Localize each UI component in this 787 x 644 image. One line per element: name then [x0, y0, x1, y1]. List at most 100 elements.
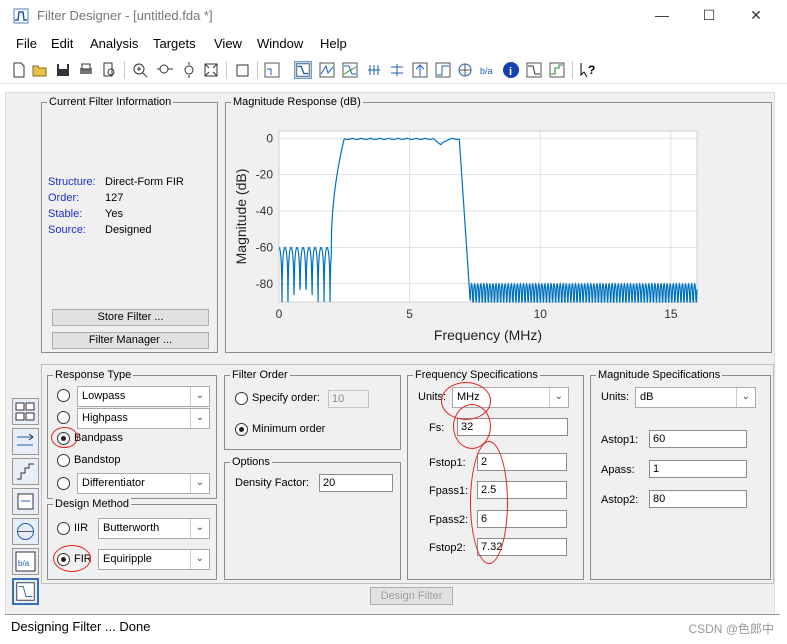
close-button[interactable]: ✕ [741, 4, 771, 26]
mag-units-value: dB [640, 391, 654, 403]
differentiator-radio[interactable] [57, 477, 70, 490]
mag-units-dropdown[interactable]: dB ⌄ [635, 387, 756, 408]
astop1-field[interactable]: 60 [649, 430, 747, 448]
pole-zero-icon[interactable] [456, 61, 474, 79]
specify-order-radio[interactable] [235, 392, 248, 405]
differentiator-dropdown[interactable]: Differentiator ⌄ [77, 473, 210, 494]
menu-bar: File Edit Analysis Targets View Window H… [0, 32, 787, 56]
highpass-radio[interactable] [57, 411, 70, 424]
apass-field[interactable]: 1 [649, 460, 747, 478]
filter-spec-icon[interactable] [263, 61, 281, 79]
lowpass-dropdown[interactable]: Lowpass ⌄ [77, 386, 210, 407]
iir-radio[interactable] [57, 522, 70, 535]
print-icon[interactable] [77, 61, 95, 79]
svg-text:?: ? [588, 63, 595, 77]
zoom-x-icon[interactable] [156, 61, 174, 79]
menu-analysis[interactable]: Analysis [90, 36, 138, 51]
differentiator-label: Differentiator [82, 477, 145, 489]
options-title: Options [230, 456, 272, 468]
menu-help[interactable]: Help [320, 36, 347, 51]
save-icon[interactable] [54, 61, 72, 79]
full-view-icon[interactable] [202, 61, 220, 79]
y-tick-label: 0 [266, 131, 273, 145]
options-panel: Options Density Factor: 20 [224, 456, 401, 580]
magnitude-phase-icon[interactable] [341, 61, 359, 79]
design-filter-mode-button[interactable] [12, 578, 39, 605]
minimum-order-radio[interactable] [235, 423, 248, 436]
fpass1-label: Fpass1: [429, 485, 469, 497]
coefficients-icon[interactable]: b/a [479, 61, 497, 79]
store-filter-button[interactable]: Store Filter ... [52, 309, 209, 326]
group-delay-icon[interactable] [365, 61, 383, 79]
magnitude-response-title: Magnitude Response (dB) [231, 96, 363, 108]
transform-filter-button[interactable] [12, 398, 39, 425]
density-factor-label: Density Factor: [235, 477, 309, 489]
density-factor-field[interactable]: 20 [319, 474, 393, 492]
new-figure-icon[interactable] [233, 61, 251, 79]
round-off-icon[interactable] [525, 61, 543, 79]
x-axis-label: Frequency (MHz) [434, 327, 542, 343]
plot-area [279, 131, 697, 302]
phase-delay-icon[interactable] [388, 61, 406, 79]
iir-method-dropdown[interactable]: Butterworth ⌄ [98, 518, 210, 539]
print-preview-icon[interactable] [100, 61, 118, 79]
zoom-in-icon[interactable] [131, 61, 149, 79]
pole-zero-editor-icon [17, 523, 34, 540]
specify-order-field[interactable]: 10 [328, 390, 369, 408]
new-file-icon[interactable] [10, 61, 28, 79]
minimize-button[interactable]: — [647, 4, 677, 26]
x-tick-label: 10 [534, 307, 548, 321]
magnitude-specs-title: Magnitude Specifications [596, 369, 723, 381]
step-response-icon[interactable] [434, 61, 452, 79]
magnitude-response-chart[interactable]: 0 5 10 15 0 -20 -40 -60 -80 Frequency (MHz) Magnit… [226, 110, 771, 352]
x-tick-label: 5 [406, 307, 413, 321]
fir-annotation-circle [53, 545, 91, 572]
realize-model-button[interactable] [12, 488, 39, 515]
context-help-icon[interactable]: ? [578, 61, 596, 79]
chevron-down-icon: ⌄ [195, 553, 204, 564]
design-filter-button[interactable]: Design Filter [370, 587, 453, 605]
order-label: Order: [48, 192, 80, 204]
info-icon[interactable]: i [502, 61, 520, 79]
menu-targets[interactable]: Targets [153, 36, 196, 51]
watermark: CSDN @色郎中 [688, 622, 774, 636]
bandstop-radio[interactable] [57, 454, 70, 467]
menu-window[interactable]: Window [257, 36, 303, 51]
bandpass-label: Bandpass [74, 432, 123, 444]
astop2-field[interactable]: 80 [649, 490, 747, 508]
import-filter-button[interactable]: b/a [12, 548, 39, 575]
zoom-y-icon[interactable] [180, 61, 198, 79]
svg-text:b/a: b/a [18, 559, 30, 568]
phase-response-icon[interactable] [318, 61, 336, 79]
magnitude-response-icon[interactable] [294, 61, 312, 79]
convert-structure-icon [17, 433, 34, 446]
menu-file[interactable]: File [16, 36, 37, 51]
y-tick-label: -20 [256, 168, 274, 182]
structure-label: Structure: [48, 176, 96, 188]
current-filter-info-title: Current Filter Information [47, 96, 174, 108]
convert-structure-button[interactable] [12, 428, 39, 455]
maximize-button[interactable]: ☐ [694, 4, 724, 26]
quantize-icon [17, 463, 34, 480]
highpass-label: Highpass [82, 412, 128, 424]
bandpass-annotation-circle [51, 427, 78, 448]
open-folder-icon[interactable] [31, 61, 49, 79]
lowpass-label: Lowpass [82, 390, 126, 402]
menu-edit[interactable]: Edit [51, 36, 73, 51]
status-bar: Designing Filter ... Done [5, 614, 780, 636]
lowpass-radio[interactable] [57, 389, 70, 402]
astop1-label: Astop1: [601, 434, 639, 446]
menu-view[interactable]: View [214, 36, 242, 51]
fir-method-dropdown[interactable]: Equiripple ⌄ [98, 549, 210, 570]
chevron-down-icon: ⌄ [195, 390, 204, 401]
impulse-response-icon[interactable] [411, 61, 429, 79]
magnitude-estimate-icon[interactable] [548, 61, 566, 79]
filter-manager-button[interactable]: Filter Manager ... [52, 332, 209, 349]
chevron-down-icon: ⌄ [195, 412, 204, 423]
pole-zero-editor-button[interactable] [12, 518, 39, 545]
source-label: Source: [48, 224, 86, 236]
highpass-dropdown[interactable]: Highpass ⌄ [77, 408, 210, 429]
transform-filter-icon [15, 402, 35, 421]
fpass2-label: Fpass2: [429, 514, 469, 526]
quantize-button[interactable] [12, 458, 39, 485]
